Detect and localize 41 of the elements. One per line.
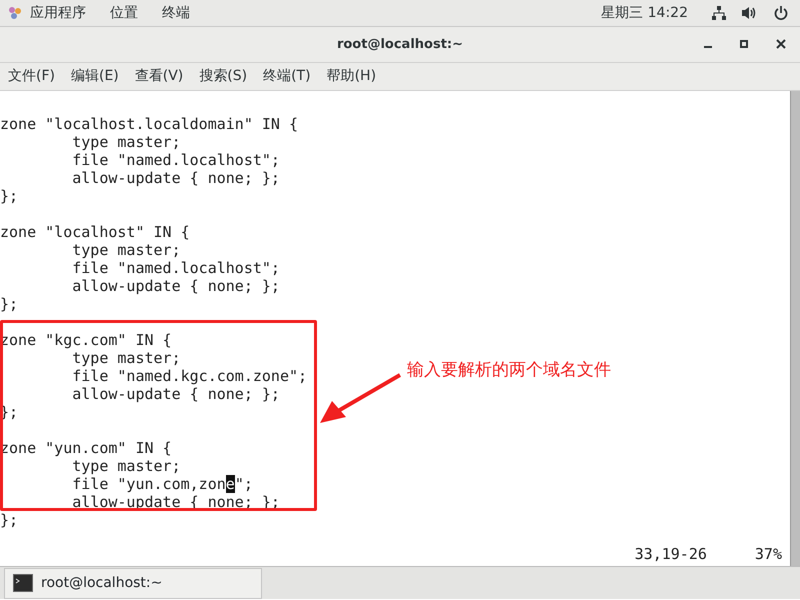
menu-item[interactable]: 文件(F) — [8, 66, 55, 87]
terminal-line: allow-update { none; }; — [71, 169, 280, 187]
taskbar-item[interactable]: root@localhost:~ — [4, 568, 262, 598]
apps-logo-icon[interactable] — [8, 6, 22, 20]
top-menu[interactable]: 终端 — [162, 2, 190, 24]
menu-item[interactable]: 终端(T) — [263, 66, 311, 87]
terminal-line: }; — [0, 187, 18, 205]
terminal-icon — [13, 574, 33, 592]
menu-item[interactable]: 搜索(S) — [199, 66, 248, 87]
terminal-line: type master; — [71, 457, 181, 475]
volume-icon[interactable] — [742, 6, 758, 20]
annotation-text: 输入要解析的两个域名文件 — [407, 359, 611, 382]
terminal-line: zone "localhost.localdomain" IN { — [0, 115, 298, 133]
network-icon[interactable] — [712, 6, 726, 20]
terminal-line: zone "yun.com" IN { — [0, 439, 172, 457]
terminal-line: type master; — [71, 241, 181, 259]
scroll-percent: 37% — [754, 545, 782, 563]
terminal-line: type master; — [71, 349, 181, 367]
top-menu[interactable]: 位置 — [110, 2, 138, 24]
terminal-line: file "named.kgc.com.zone"; — [71, 367, 308, 385]
maximize-icon — [740, 40, 748, 48]
window-title: root@localhost:~ — [336, 36, 464, 54]
scrollbar[interactable] — [790, 91, 800, 566]
clock[interactable]: 星期三 14:22 — [601, 2, 688, 24]
terminal-line: zone "localhost" IN { — [0, 223, 190, 241]
terminal-line: allow-update { none; }; — [71, 277, 280, 295]
top-menu[interactable]: 应用程序 — [30, 2, 86, 24]
menu-item[interactable]: 查看(V) — [134, 66, 184, 87]
terminal-line: file "named.localhost"; — [71, 151, 280, 169]
menu-item[interactable]: 编辑(E) — [70, 66, 119, 87]
power-icon[interactable] — [774, 6, 788, 20]
terminal-line: type master; — [71, 133, 181, 151]
terminal-line: }; — [0, 511, 18, 529]
terminal-line: }; — [0, 295, 18, 313]
menu-item[interactable]: 帮助(H) — [326, 66, 376, 87]
terminal-line: file "yun.com,zone"; — [71, 475, 253, 493]
close-icon — [776, 39, 786, 50]
cursor-position: 33,19-26 — [634, 545, 707, 563]
terminal-line: allow-update { none; }; — [71, 385, 280, 403]
terminal-line: zone "kgc.com" IN { — [0, 331, 172, 349]
terminal-line: file "named.localhost"; — [71, 259, 280, 277]
